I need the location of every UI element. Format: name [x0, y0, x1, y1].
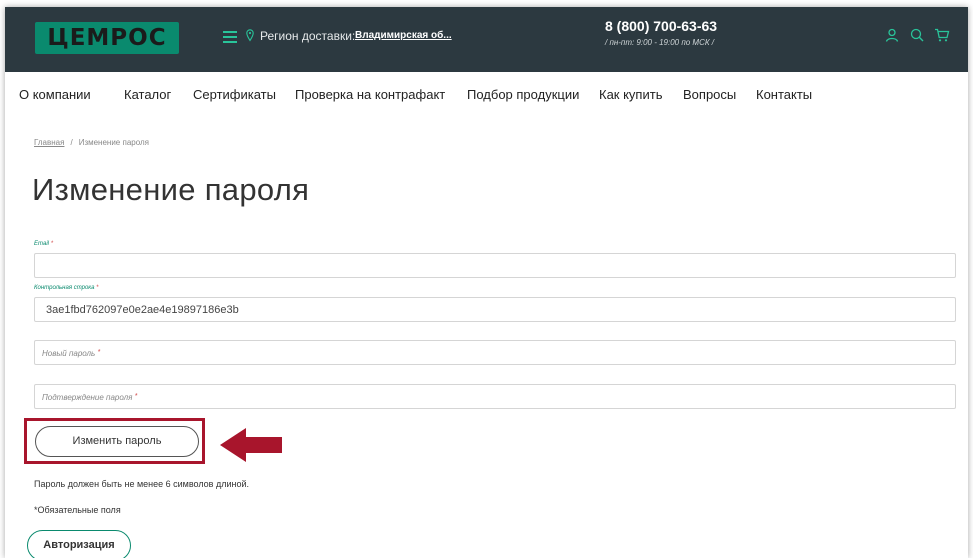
confirm-password-field[interactable]: Подтверждение пароля * — [34, 384, 956, 409]
email-field[interactable] — [34, 253, 956, 278]
breadcrumb-home-link[interactable]: Главная — [34, 138, 64, 147]
checkword-field[interactable]: 3ae1fbd762097e0e2ae4e19897186e3b — [34, 297, 956, 322]
browser-viewport: ЦЕМРОС Регион доставки: Владимирская об.… — [5, 7, 968, 558]
logo-text: ЦЕМРОС — [47, 25, 167, 51]
search-icon[interactable] — [909, 27, 925, 43]
logo[interactable]: ЦЕМРОС — [35, 22, 179, 54]
new-password-placeholder: Новый пароль * — [42, 349, 101, 358]
breadcrumb-current: Изменение пароля — [78, 138, 149, 147]
authorization-button[interactable]: Авторизация — [27, 530, 131, 558]
location-pin-icon — [246, 29, 254, 42]
nav-item-counterfeit-check[interactable]: Проверка на контрафакт — [295, 87, 445, 102]
menu-icon[interactable] — [223, 31, 237, 43]
region-selector-link[interactable]: Владимирская об... — [355, 30, 452, 41]
user-icon[interactable] — [884, 27, 900, 43]
new-password-field[interactable]: Новый пароль * — [34, 340, 956, 365]
nav-item-questions[interactable]: Вопросы — [683, 87, 736, 102]
breadcrumb-separator: / — [70, 138, 73, 147]
change-password-button[interactable]: Изменить пароль — [35, 426, 199, 457]
working-hours: / пн-пт: 9:00 - 19:00 по МСК / — [605, 38, 715, 47]
region-label: Регион доставки: — [260, 29, 356, 43]
nav-item-product-selection[interactable]: Подбор продукции — [467, 87, 579, 102]
checkword-value: 3ae1fbd762097e0e2ae4e19897186e3b — [46, 304, 239, 316]
confirm-password-placeholder: Подтверждение пароля * — [42, 393, 138, 402]
nav-item-certificates[interactable]: Сертификаты — [193, 87, 276, 102]
password-length-note: Пароль должен быть не менее 6 символов д… — [34, 479, 250, 489]
checkword-label: Контрольная строка * — [34, 285, 99, 291]
cart-icon[interactable] — [934, 27, 950, 43]
nav-item-how-to-buy[interactable]: Как купить — [599, 87, 662, 102]
phone-number[interactable]: 8 (800) 700-63-63 — [605, 18, 717, 34]
required-fields-note: *Обязательные поля — [34, 505, 121, 515]
nav-item-about[interactable]: О компании — [19, 87, 91, 102]
breadcrumb: Главная / Изменение пароля — [34, 138, 149, 147]
nav-item-contacts[interactable]: Контакты — [756, 87, 812, 102]
site-header: ЦЕМРОС Регион доставки: Владимирская об.… — [5, 7, 968, 72]
pointer-arrow-icon — [220, 428, 282, 462]
page-title: Изменение пароля — [32, 172, 310, 207]
main-nav: О компании Каталог Сертификаты Проверка … — [5, 72, 968, 118]
nav-item-catalog[interactable]: Каталог — [124, 87, 171, 102]
email-label: Email * — [34, 241, 54, 247]
